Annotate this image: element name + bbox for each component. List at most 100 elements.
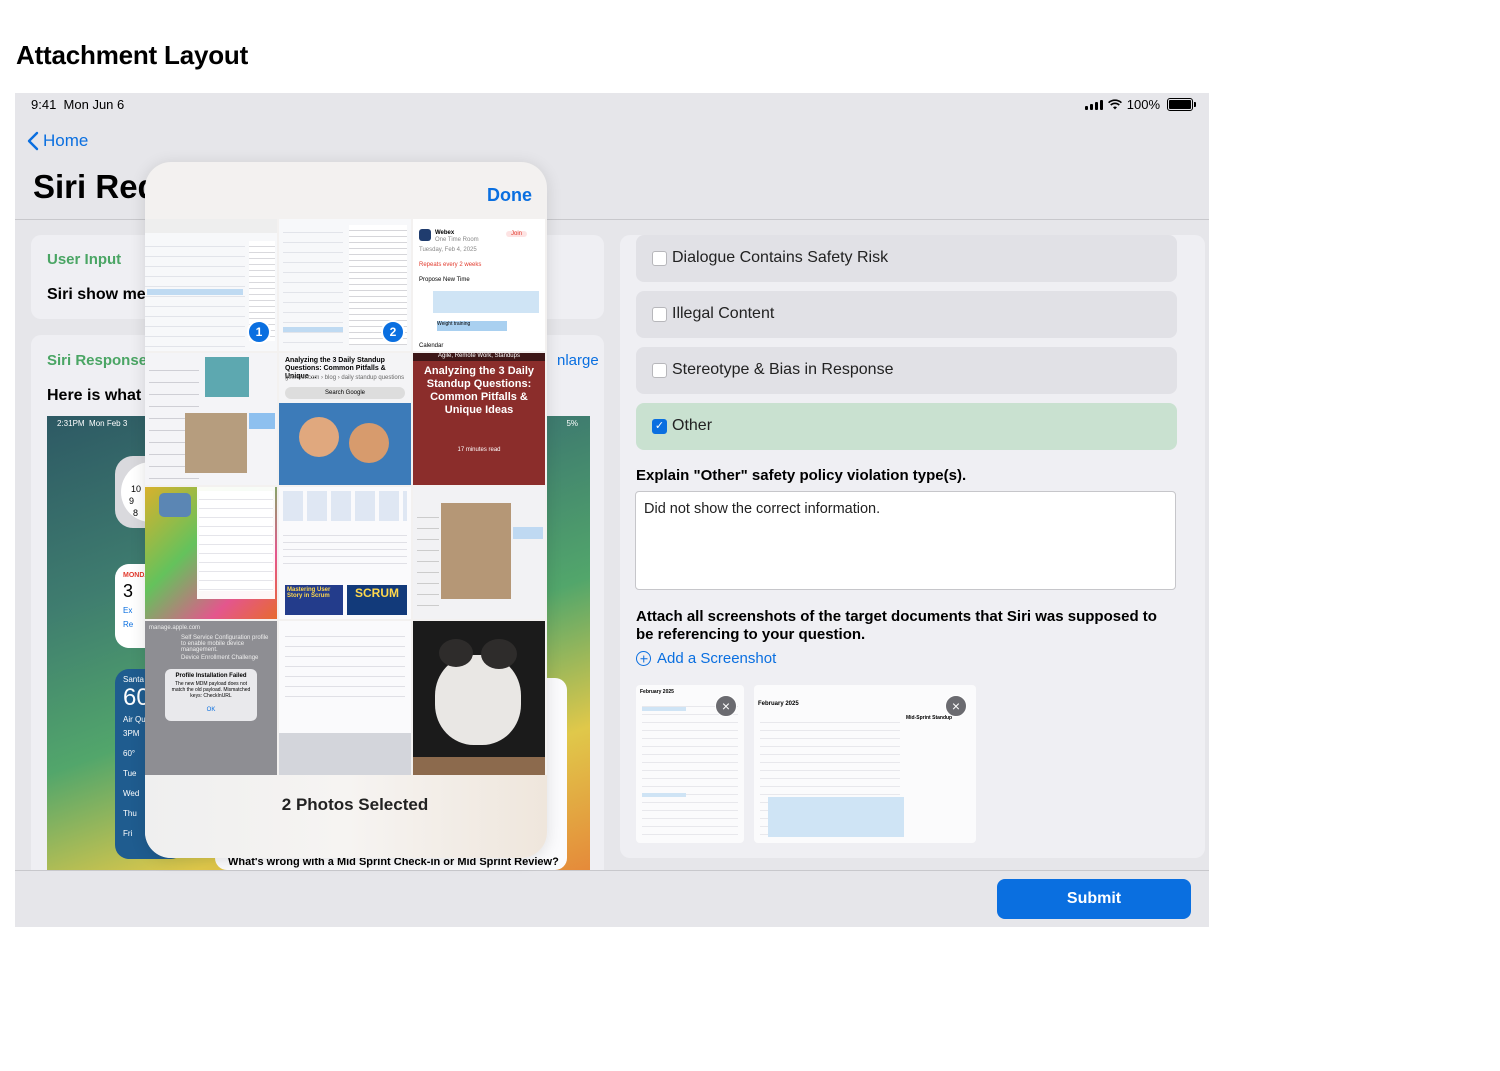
safety-option-label: Other <box>672 417 713 434</box>
photo-headline: Analyzing the 3 Daily Standup Questions:… <box>423 365 535 416</box>
checkbox-checked[interactable]: ✓ <box>652 419 667 434</box>
weather-aq: Air Qu <box>123 715 146 724</box>
selection-badge: 2 <box>381 320 405 344</box>
photo-repeat: Repeats every 2 weeks <box>419 262 482 268</box>
wifi-icon <box>1107 99 1122 110</box>
add-screenshot-label: Add a Screenshot <box>657 650 777 667</box>
photo-propose: Propose New Time <box>419 277 470 283</box>
add-screenshot-button[interactable]: Add a Screenshot <box>636 650 776 667</box>
photo-alert-body: The new MDM payload does not match the o… <box>171 681 251 699</box>
checkbox[interactable] <box>652 251 667 266</box>
user-input-text: Siri show me <box>47 286 146 303</box>
photo-thumbnail-cat[interactable] <box>413 621 545 775</box>
thumbnail-month: February 2025 <box>640 689 674 695</box>
back-button[interactable]: Home <box>27 131 88 151</box>
remove-attachment-icon[interactable]: × <box>715 695 737 717</box>
photo-app-sub: One Time Room <box>435 237 479 243</box>
weather-day: Tue <box>123 769 137 778</box>
photo-thumbnail[interactable] <box>413 487 545 619</box>
explain-textarea[interactable]: Did not show the correct information. <box>635 491 1176 590</box>
plus-circle-icon <box>636 651 651 666</box>
photo-thumbnail[interactable] <box>279 621 411 775</box>
photo-search-button: Search Google <box>285 387 405 399</box>
photo-contains: Device Enrollment Challenge <box>181 655 259 661</box>
user-input-label: User Input <box>47 251 122 268</box>
safety-option-row[interactable]: Dialogue Contains Safety Risk <box>636 235 1177 282</box>
explain-question: Explain "Other" safety policy violation … <box>636 467 967 484</box>
photo-thumbnail[interactable]: Agile, Remote Work, Standups Analyzing t… <box>413 353 545 485</box>
selection-badge: 1 <box>247 320 271 344</box>
photo-thumbnail[interactable] <box>145 353 277 485</box>
weather-hour-temp: 60° <box>123 749 136 758</box>
weather-city: Santa <box>123 675 144 684</box>
checkbox[interactable] <box>652 363 667 378</box>
enlarge-button[interactable]: nlarge <box>557 352 599 369</box>
photo-grid: 1 2 Webex One Time Room Join Tuesday, Fe… <box>145 219 547 775</box>
safety-option-row[interactable]: Illegal Content <box>636 291 1177 338</box>
done-button[interactable]: Done <box>487 185 532 206</box>
siri-response-text: Here is what <box>47 387 142 404</box>
weather-day: Wed <box>123 789 140 798</box>
thumbnail-event <box>642 707 686 711</box>
checkbox[interactable] <box>652 307 667 322</box>
chevron-left-icon <box>27 131 39 151</box>
photo-thumbnail-selected[interactable]: 1 <box>145 219 277 351</box>
photo-picker-sheet: Done 1 2 Webex One Time Room Join Tuesda… <box>145 162 547 858</box>
photo-alert-ok: OK <box>206 707 216 713</box>
status-right: 100% <box>1084 97 1196 112</box>
thumbnail-event <box>768 797 904 837</box>
clock-number: 8 <box>133 508 139 518</box>
calendar-widget-item: Ex <box>123 606 133 615</box>
calendar-widget-item: Re <box>123 620 134 629</box>
clock-number: 9 <box>129 496 135 506</box>
screenshot-battery: 5% <box>566 419 578 428</box>
submit-button[interactable]: Submit <box>997 879 1191 919</box>
battery-percent: 100% <box>1126 97 1160 112</box>
photo-thumbnail[interactable] <box>145 487 277 619</box>
photo-description: Self Service Configuration profile to en… <box>181 635 269 653</box>
remove-attachment-icon[interactable]: × <box>945 695 967 717</box>
page-title: Attachment Layout <box>16 40 249 70</box>
screenshot-status-time: 2:31PM Mon Feb 3 <box>57 419 128 428</box>
attach-question: Attach all screenshots of the target doc… <box>636 608 1157 643</box>
photo-app-name: Webex <box>435 230 455 236</box>
status-time: 9:41 Mon Jun 6 <box>31 97 125 112</box>
photo-alert-title: Profile Installation Failed <box>175 673 247 679</box>
thumbnail-event-title: Mid-Sprint Standup <box>906 715 953 721</box>
status-bar: 9:41 Mon Jun 6 100% <box>15 93 1209 117</box>
picker-footer: 2 Photos Selected <box>145 775 547 858</box>
photo-story-title: Mastering User Story in Scrum <box>285 585 343 615</box>
photo-thumbnail[interactable]: Analyzing the 3 Daily Standup Questions:… <box>279 353 411 485</box>
battery-icon <box>1167 98 1196 111</box>
photo-thumbnail[interactable]: manage.apple.com Self Service Configurat… <box>145 621 277 775</box>
safety-option-row-selected[interactable]: ✓ Other <box>636 403 1177 450</box>
safety-option-label: Dialogue Contains Safety Risk <box>672 249 889 266</box>
nav-title: Siri Red <box>33 168 158 205</box>
photo-calendar: Calendar <box>419 343 444 349</box>
attachment-thumbnail[interactable]: February 2025 Mid-Sprint Standup × <box>754 685 976 843</box>
photo-date: Tuesday, Feb 4, 2025 <box>419 247 477 253</box>
photo-signed: manage.apple.com <box>149 625 201 631</box>
photo-thumbnail[interactable]: Mastering User Story in Scrum SCRUM <box>279 487 411 619</box>
weather-day: Fri <box>123 829 133 838</box>
photo-thumbnail-selected[interactable]: 2 <box>279 219 411 351</box>
weather-day: Thu <box>123 809 137 818</box>
back-label: Home <box>43 131 89 150</box>
safety-option-row[interactable]: Stereotype & Bias in Response <box>636 347 1177 394</box>
photo-read-time: 17 minutes read <box>457 447 501 453</box>
photo-thumbnail[interactable]: Webex One Time Room Join Tuesday, Feb 4,… <box>413 219 545 351</box>
photo-join: Join <box>506 231 528 237</box>
thumbnail-month: February 2025 <box>758 701 799 707</box>
thumbnail-event <box>642 793 686 797</box>
calendar-widget-date: 3 <box>123 581 134 601</box>
thumbnail-content <box>642 699 738 837</box>
siri-response-label: Siri Response <box>47 352 148 369</box>
photo-scrum-badge: SCRUM <box>347 585 407 615</box>
attachment-thumbnail[interactable]: February 2025 × <box>636 685 744 843</box>
photo-tags: Agile, Remote Work, Standups <box>413 353 545 361</box>
safety-option-label: Stereotype & Bias in Response <box>672 361 894 378</box>
photo-article-url: geekbot.com › blog › daily standup quest… <box>285 375 405 381</box>
safety-panel: Dialogue Contains Safety Risk Illegal Co… <box>620 235 1205 858</box>
photo-event: Weight training <box>437 321 507 331</box>
weather-hour: 3PM <box>123 729 140 738</box>
